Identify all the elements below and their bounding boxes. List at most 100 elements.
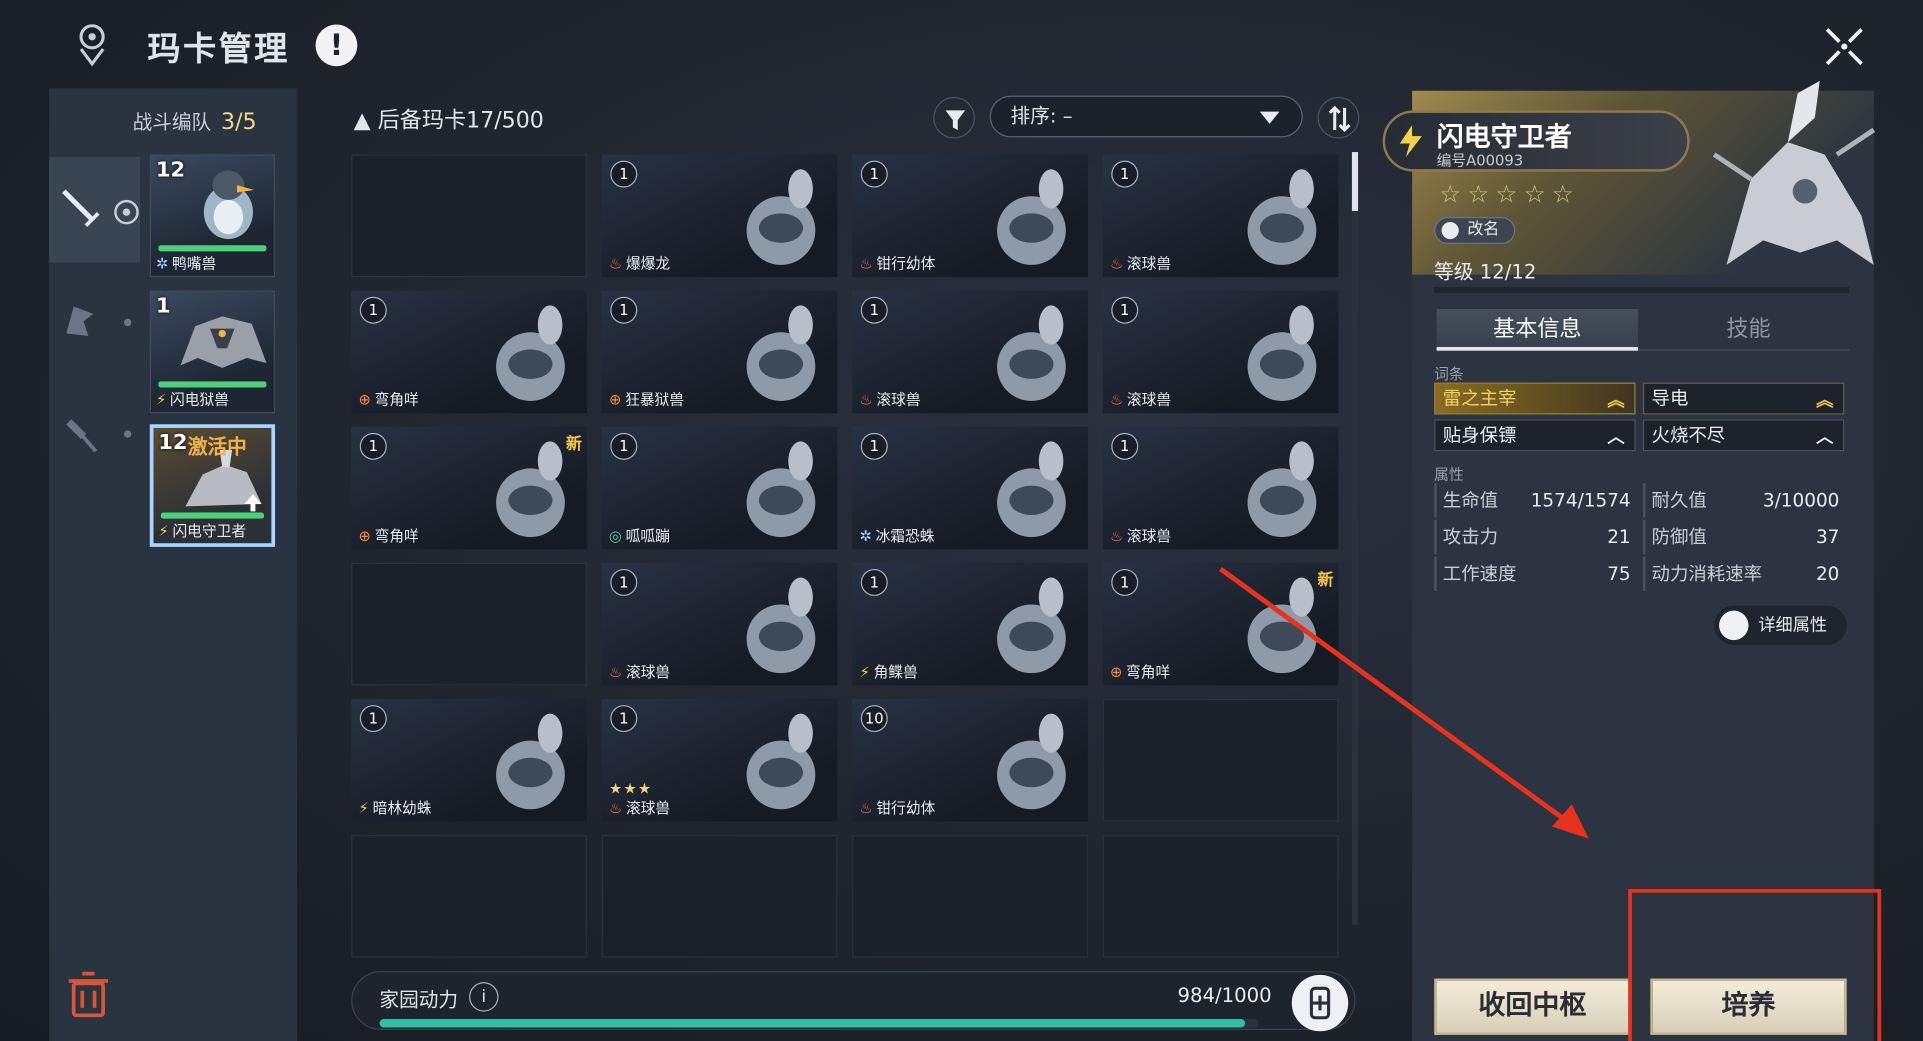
card-name: ♨ 滚球兽	[860, 389, 921, 410]
tab-combat[interactable]	[49, 156, 140, 263]
game-screen: 玛卡管理 ! 战斗编队 3/5 12 ✲ 鸭嘴兽 1 ⚡ 闪电狱兽 12 激活中…	[0, 0, 1923, 1041]
maka-card[interactable]: 1 ♨ 爆爆龙	[601, 154, 838, 278]
close-icon[interactable]	[1822, 25, 1866, 69]
energy-fill	[379, 1018, 1245, 1028]
maka-card[interactable]: 1 ♨ 钳行幼体	[852, 154, 1088, 278]
detail-tabs: 基本信息 技能	[1436, 309, 1850, 351]
maka-card[interactable]: 1 ♨ 滚球兽	[852, 290, 1088, 414]
card-stars: ★★★	[609, 779, 653, 798]
maka-card[interactable]: 1 ✲ 冰霜恐蛛	[852, 426, 1088, 550]
filter-button[interactable]	[933, 96, 975, 139]
sort-arrows-icon	[1328, 105, 1351, 133]
name-plate: 闪电守卫者 编号A00093	[1382, 110, 1690, 172]
maka-card[interactable]: 10 ♨ 钳行幼体	[852, 698, 1088, 822]
maka-card[interactable]: 1 ⚡ 角鲽兽	[852, 562, 1088, 686]
team-slot-1[interactable]: 12 ✲ 鸭嘴兽	[149, 154, 276, 278]
detailed-attributes-button[interactable]: 详细属性	[1714, 605, 1847, 645]
electric-element-icon: ⚡	[859, 663, 870, 681]
trait-chip[interactable]: 火烧不尽 ︿	[1642, 419, 1845, 452]
info-icon[interactable]: i	[469, 982, 499, 1012]
card-name-text: 滚球兽	[625, 799, 671, 817]
tab-skills[interactable]: 技能	[1648, 309, 1849, 351]
fire-element-icon: ♨	[1110, 391, 1124, 409]
empty-slot[interactable]	[351, 154, 587, 278]
recall-button[interactable]: 收回中枢	[1434, 978, 1631, 1035]
list-icon	[1719, 610, 1749, 641]
card-name-text: 钳行幼体	[876, 255, 936, 273]
card-level: 1	[610, 432, 638, 460]
fire-element-icon: ♨	[1110, 255, 1124, 273]
chevron-up-icon: ︿	[1816, 427, 1834, 448]
maka-card[interactable]: 1 ⊕ 弯角咩	[351, 290, 587, 414]
creature-art	[997, 713, 1066, 810]
creature-art	[1247, 305, 1317, 401]
scrollbar-thumb[interactable]	[1351, 152, 1359, 211]
sword-icon	[62, 189, 100, 227]
maka-card[interactable]: 1 ⚡ 暗林幼蛛	[351, 698, 587, 822]
page-title: 玛卡管理	[147, 30, 290, 69]
maka-card[interactable]: 1 ◎ 呱呱蹦	[601, 426, 838, 550]
trait-chip[interactable]: 导电 ︽	[1642, 382, 1845, 415]
maka-card[interactable]: 1 ♨ 滚球兽	[601, 562, 838, 686]
empty-slot[interactable]	[852, 835, 1088, 958]
maka-card[interactable]: 1 ♨ 滚球兽	[1102, 290, 1339, 414]
maka-card[interactable]: 1 新 ⊕ 弯角咩	[351, 426, 587, 550]
detailed-attributes-label: 详细属性	[1758, 615, 1828, 636]
attribute-key: 动力消耗速率	[1651, 562, 1763, 585]
target-icon	[114, 199, 139, 225]
alert-icon[interactable]: !	[315, 24, 358, 67]
card-level: 1	[610, 296, 638, 324]
attribute-row: 耐久值 3/10000	[1642, 483, 1844, 518]
sort-dropdown[interactable]: 排序: –	[989, 95, 1303, 138]
team-card-name: ✲ 鸭嘴兽	[156, 253, 216, 274]
empty-slot[interactable]	[351, 835, 587, 958]
sort-order-button[interactable]	[1317, 96, 1360, 139]
card-name: ◎ 呱呱蹦	[609, 525, 670, 546]
trait-chip[interactable]: 贴身保镖 ︿	[1434, 419, 1636, 452]
team-card-level: 12	[158, 430, 188, 455]
creature-art	[997, 305, 1066, 401]
maka-card[interactable]: 1 ♨ 滚球兽	[1102, 426, 1339, 550]
card-name-text: 钳行幼体	[876, 799, 936, 817]
card-name: ♨ 滚球兽	[1110, 525, 1171, 546]
card-level: 1	[860, 296, 888, 324]
fire-element-icon: ♨	[609, 255, 623, 273]
funnel-icon	[945, 110, 966, 130]
attribute-row: 生命值 1574/1574	[1434, 483, 1635, 518]
empty-slot[interactable]	[601, 835, 838, 958]
swap-icon[interactable]	[242, 492, 264, 514]
trash-icon[interactable]	[64, 969, 113, 1018]
card-name: ♨ 滚球兽	[1110, 389, 1171, 410]
card-level: 1	[1111, 568, 1139, 596]
empty-slot[interactable]	[351, 562, 587, 686]
creature-art	[1247, 441, 1317, 538]
attribute-row: 动力消耗速率 20	[1642, 556, 1844, 592]
earth-element-icon: ⊕	[358, 527, 371, 545]
team-slot-3[interactable]: 12 激活中 ⚡ 闪电守卫者	[149, 424, 276, 547]
creature-art	[997, 169, 1066, 265]
card-level: 1	[860, 568, 888, 596]
hp-bar	[158, 245, 267, 252]
creature-art	[746, 713, 816, 810]
electric-element-icon: ⚡	[158, 522, 169, 540]
electric-element-icon: ⚡	[358, 799, 369, 817]
team-slot-2[interactable]: 1 ⚡ 闪电狱兽	[149, 290, 276, 414]
fire-element-icon: ♨	[859, 255, 873, 273]
tab-dot	[124, 318, 132, 327]
wing-icon	[66, 306, 94, 336]
trait-chip[interactable]: 雷之主宰 ︽	[1434, 382, 1636, 415]
rename-button[interactable]: 改名	[1434, 217, 1516, 245]
reserve-label: 后备玛卡17/500	[377, 107, 544, 134]
energy-track	[379, 1018, 1259, 1028]
card-name-text: 滚球兽	[876, 391, 921, 409]
maka-card[interactable]: 1 ★★★ ♨ 滚球兽	[601, 698, 838, 822]
attribute-value: 21	[1607, 526, 1631, 549]
maka-card[interactable]: 1 ⊕ 狂暴狱兽	[601, 290, 838, 414]
maka-card[interactable]: 1 ♨ 滚球兽	[1102, 154, 1339, 278]
tab-basic-info[interactable]: 基本信息	[1436, 309, 1639, 351]
card-name-text: 暗林幼蛛	[372, 799, 432, 817]
card-level: 1	[610, 568, 638, 596]
energy-value: 984/1000	[1177, 983, 1272, 1007]
pencil-icon	[1441, 221, 1459, 240]
energy-add-button[interactable]	[1291, 974, 1349, 1032]
